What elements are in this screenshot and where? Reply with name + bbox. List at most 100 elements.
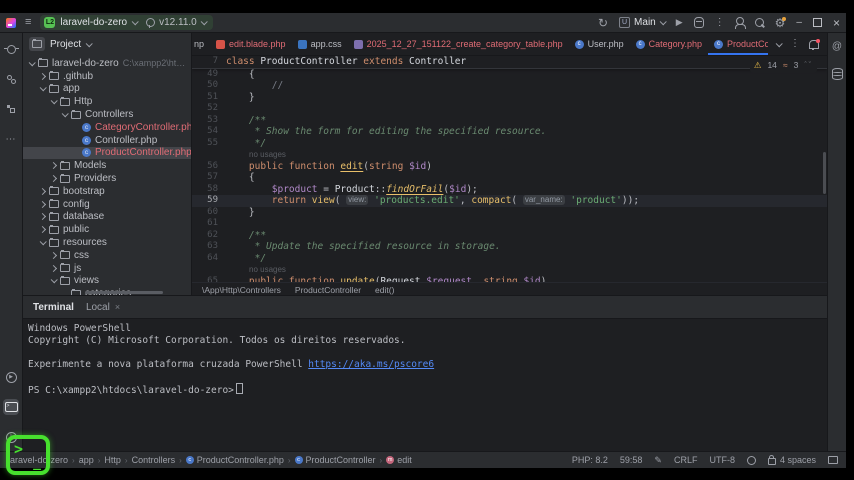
project-widget[interactable]: L2 laravel-do-zero v12.11.0 — [40, 15, 212, 30]
chevron-right-icon[interactable] — [39, 188, 46, 195]
tree-item-http[interactable]: Http — [23, 95, 191, 108]
terminal-tab-close-icon[interactable]: × — [115, 302, 120, 312]
window-close-button[interactable]: × — [833, 17, 840, 29]
chevron-right-icon[interactable] — [39, 226, 46, 233]
chevron-right-icon[interactable] — [50, 252, 57, 259]
search-everywhere-icon[interactable] — [755, 18, 764, 27]
pull-requests-tool-icon[interactable] — [3, 71, 19, 87]
code-editor[interactable]: 7class ProductController extends Control… — [192, 56, 827, 282]
tree-item-laravel-do-zero[interactable]: laravel-do-zeroC:\xampp2\htdocs\laravel-… — [23, 57, 191, 70]
status-item-59-58[interactable]: 59:58 — [620, 455, 643, 465]
screen: ≡ L2 laravel-do-zero v12.11.0 ↻ U Main — [0, 0, 854, 480]
chevron-down-icon[interactable] — [29, 59, 36, 66]
chevron-down-icon[interactable] — [51, 277, 58, 284]
tree-item--github[interactable]: .github — [23, 70, 191, 83]
editor-scrollbar-thumb[interactable] — [823, 152, 826, 194]
tree-item-resources[interactable]: resources — [23, 236, 191, 249]
status-item-utf-8[interactable]: UTF-8 — [709, 455, 735, 465]
tree-item-js[interactable]: js — [23, 262, 191, 275]
hidden-tabs-chevron-icon[interactable] — [776, 40, 783, 47]
nav-item-http[interactable]: Http — [104, 455, 121, 465]
chevron-down-icon[interactable] — [40, 85, 47, 92]
window-maximize-button[interactable] — [813, 18, 822, 27]
chevron-down-icon[interactable] — [51, 98, 58, 105]
chevron-right-icon[interactable] — [39, 73, 46, 80]
underscore-glyph: _ — [33, 456, 41, 471]
vcs-update-icon[interactable]: ↻ — [598, 17, 608, 29]
commit-tool-icon[interactable] — [3, 41, 19, 57]
status-item-4-spaces[interactable]: 4 spaces — [768, 455, 816, 465]
tree-item-css[interactable]: css — [23, 249, 191, 262]
window-minimize-button[interactable]: – — [796, 18, 802, 28]
chevron-right-icon[interactable] — [50, 162, 57, 169]
status-item-screen[interactable] — [828, 456, 838, 464]
tab-category-php[interactable]: cCategory.php — [630, 33, 708, 55]
tree-item-controller-php[interactable]: cController.php — [23, 134, 191, 147]
terminal-tab-local[interactable]: Local × — [86, 302, 120, 313]
nav-item-controllers[interactable]: Controllers — [132, 455, 176, 465]
chevron-right-icon[interactable] — [50, 175, 57, 182]
chevron-down-icon[interactable] — [40, 238, 47, 245]
terminal-tool-icon[interactable]: > — [3, 399, 19, 415]
debug-icon[interactable] — [694, 17, 704, 28]
usages-hint[interactable]: no usages — [226, 150, 286, 159]
nav-item-app[interactable]: app — [79, 455, 94, 465]
breadcrumb-item[interactable]: \App\Http\Controllers — [202, 285, 281, 295]
chevron-right-icon[interactable] — [39, 201, 46, 208]
tab-app-css[interactable]: app.css — [292, 33, 348, 55]
nav-item-edit[interactable]: medit — [386, 455, 412, 465]
run-config-widget[interactable]: U Main — [619, 17, 665, 28]
breadcrumb-item[interactable]: ProductController — [295, 285, 361, 295]
tree-item-productcontroller-php[interactable]: cProductController.php — [23, 147, 191, 160]
main-menu-icon[interactable]: ≡ — [25, 17, 31, 28]
status-item-ring[interactable] — [747, 456, 756, 465]
tab-edit-blade-php[interactable]: edit.blade.php — [210, 33, 292, 55]
tab-productcontroller-php[interactable]: cProductController.php× — [708, 33, 768, 55]
breadcrumb-item[interactable]: edit() — [375, 285, 394, 295]
tree-horizontal-scrollbar[interactable] — [85, 291, 163, 294]
tree-item-controllers[interactable]: Controllers — [23, 108, 191, 121]
code-with-me-icon[interactable] — [736, 17, 744, 25]
ai-assistant-icon[interactable]: @ — [832, 41, 842, 52]
project-panel-header[interactable]: Project — [23, 33, 191, 55]
chevron-right-icon[interactable] — [39, 213, 46, 220]
more-actions-icon[interactable]: ⋮ — [715, 18, 725, 28]
tree-item-app[interactable]: app — [23, 83, 191, 96]
structure-tool-icon[interactable] — [3, 101, 19, 117]
tree-item-config[interactable]: config — [23, 198, 191, 211]
chevron-down-icon[interactable] — [62, 110, 69, 117]
status-item-php-8-2[interactable]: PHP: 8.2 — [572, 455, 608, 465]
nav-item-productcontroller-php[interactable]: cProductController.php — [186, 455, 284, 465]
tab-2025-12-27-151122-create-category-table-php[interactable]: 2025_12_27_151122_create_category_table.… — [348, 33, 569, 55]
terminal-output[interactable]: Windows PowerShellCopyright (C) Microsof… — [23, 319, 827, 451]
terminal-link[interactable]: https://aka.ms/pscore6 — [308, 359, 434, 370]
tree-item-views[interactable]: views — [23, 275, 191, 288]
database-tool-icon[interactable] — [832, 68, 843, 80]
nav-item-productcontroller[interactable]: cProductController — [295, 455, 376, 465]
tab-options-icon[interactable]: ⋮ — [790, 39, 800, 49]
tree-item-label: views — [74, 275, 99, 286]
tree-item-models[interactable]: Models — [23, 159, 191, 172]
code-line: no usages — [192, 149, 827, 161]
more-tool-windows-icon[interactable]: ⋯ — [3, 131, 19, 147]
tree-item-providers[interactable]: Providers — [23, 172, 191, 185]
run-button[interactable]: ▶ — [676, 18, 683, 27]
status-item-crlf[interactable]: CRLF — [674, 455, 698, 465]
inspection-nav-arrows[interactable]: ˆˇ — [804, 60, 813, 72]
tree-item-bootstrap[interactable]: bootstrap — [23, 185, 191, 198]
version-widget[interactable]: v12.11.0 — [146, 17, 206, 28]
tree-item-database[interactable]: database — [23, 211, 191, 224]
project-panel: Project laravel-do-zeroC:\xampp2\htdocs\… — [23, 33, 192, 295]
settings-gear-icon[interactable]: ⚙ — [775, 17, 786, 29]
status-item-pencil[interactable]: ✎ — [654, 455, 662, 466]
inspections-widget[interactable]: ⚠14 ≈3 ˆˇ — [750, 59, 817, 73]
usages-hint[interactable]: no usages — [226, 265, 286, 274]
tab-np[interactable]: np — [192, 33, 210, 55]
tree-item-categorycontroller-php[interactable]: cCategoryController.php — [23, 121, 191, 134]
run-tool-icon[interactable]: ▶ — [3, 369, 19, 385]
chevron-right-icon[interactable] — [50, 265, 57, 272]
tab-user-php[interactable]: cUser.php — [569, 33, 630, 55]
screen-recorder-terminal-overlay-icon[interactable]: > _ — [6, 435, 50, 475]
notifications-bell-icon[interactable] — [809, 40, 819, 49]
tree-item-public[interactable]: public — [23, 223, 191, 236]
